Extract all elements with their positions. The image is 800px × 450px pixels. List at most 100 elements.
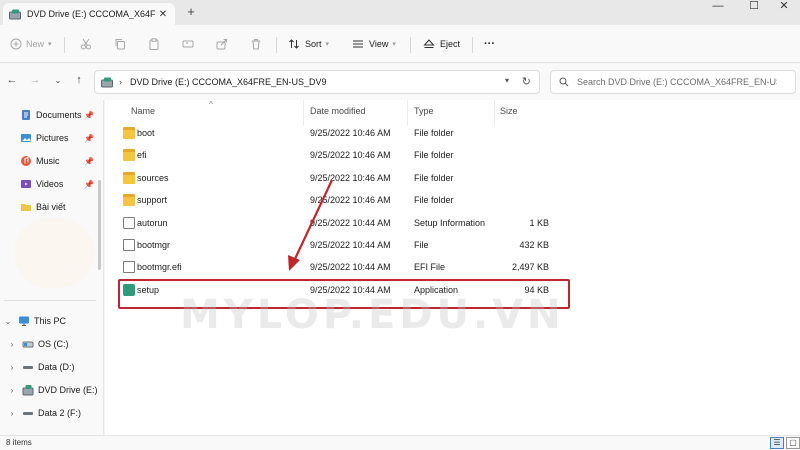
sidebar-scrollbar[interactable] bbox=[98, 180, 101, 270]
sidebar-item-label: Pictures bbox=[36, 133, 69, 143]
sidebar-item-label: Bài viết bbox=[36, 202, 66, 212]
sidebar-item-data-2-f[interactable]: › Data 2 (F:) bbox=[0, 404, 100, 422]
search-box[interactable] bbox=[550, 70, 796, 94]
file-type: File folder bbox=[414, 128, 454, 138]
eject-icon bbox=[423, 39, 435, 48]
dvd-drive-icon bbox=[9, 9, 21, 19]
eject-button[interactable]: Eject bbox=[423, 35, 460, 53]
rename-button[interactable] bbox=[182, 35, 194, 53]
new-tab-button[interactable]: + bbox=[184, 4, 198, 19]
address-bar[interactable]: › DVD Drive (E:) CCCOMA_X64FRE_EN-US_DV9… bbox=[94, 70, 540, 94]
copy-button[interactable] bbox=[114, 35, 126, 53]
breadcrumb-separator: › bbox=[119, 77, 122, 87]
file-name: support bbox=[137, 195, 168, 205]
new-button[interactable]: New ▾ bbox=[10, 35, 52, 53]
expand-chevron-icon[interactable]: › bbox=[8, 363, 16, 372]
expand-chevron-icon[interactable]: › bbox=[8, 386, 16, 395]
table-row[interactable]: bootmgr.efi 9/25/2022 10:44 AM EFI File … bbox=[119, 258, 569, 278]
column-header-date[interactable]: Date modified bbox=[310, 106, 366, 116]
sidebar-item-label: Data (D:) bbox=[38, 362, 75, 372]
paste-button[interactable] bbox=[148, 35, 160, 53]
file-size: 2,497 KB bbox=[511, 262, 549, 272]
title-bar: DVD Drive (E:) CCCOMA_X64F ✕ + — ☐ ✕ bbox=[0, 0, 800, 25]
status-bar: 8 items ☰ ▢ bbox=[0, 435, 800, 450]
back-arrow-icon[interactable]: ← bbox=[5, 74, 19, 86]
file-name: efi bbox=[137, 150, 147, 160]
file-name: bootmgr bbox=[137, 240, 171, 250]
search-input[interactable] bbox=[577, 77, 777, 87]
close-window-button[interactable]: ✕ bbox=[766, 0, 800, 14]
sidebar-item-documents[interactable]: Documents 📌 bbox=[0, 106, 100, 124]
expand-chevron-icon[interactable]: › bbox=[8, 409, 16, 418]
minimize-button[interactable]: — bbox=[700, 0, 736, 14]
drive-icon bbox=[23, 412, 33, 415]
documents-icon bbox=[22, 110, 30, 120]
file-name: boot bbox=[137, 128, 155, 138]
file-name: sources bbox=[137, 173, 169, 183]
share-button[interactable] bbox=[216, 35, 228, 53]
column-header-type[interactable]: Type bbox=[414, 106, 434, 116]
computer-icon bbox=[19, 316, 29, 326]
address-dropdown-icon[interactable]: ▾ bbox=[505, 76, 509, 85]
table-row[interactable]: boot 9/25/2022 10:46 AM File folder bbox=[119, 124, 569, 144]
drive-icon bbox=[23, 366, 33, 369]
breadcrumb-path[interactable]: DVD Drive (E:) CCCOMA_X64FRE_EN-US_DV9 bbox=[130, 77, 327, 87]
chevron-down-icon: ▾ bbox=[48, 41, 52, 48]
rename-icon bbox=[182, 40, 194, 48]
up-arrow-icon[interactable]: ↑ bbox=[72, 74, 86, 86]
file-name: bootmgr.efi bbox=[137, 262, 182, 272]
sidebar-item-data-d[interactable]: › Data (D:) bbox=[0, 358, 100, 376]
tab-dvd-drive[interactable]: DVD Drive (E:) CCCOMA_X64F ✕ bbox=[3, 3, 175, 25]
forward-arrow-icon[interactable]: → bbox=[28, 74, 42, 86]
table-row[interactable]: efi 9/25/2022 10:46 AM File folder bbox=[119, 146, 569, 166]
sidebar-item-dvd-e[interactable]: › DVD Drive (E:) bbox=[0, 381, 100, 399]
tab-title: DVD Drive (E:) CCCOMA_X64F bbox=[27, 9, 156, 19]
divider bbox=[276, 37, 277, 53]
folder-icon bbox=[123, 194, 135, 206]
folder-icon bbox=[123, 172, 135, 184]
more-options-button[interactable]: ··· bbox=[484, 35, 495, 53]
table-row[interactable]: autorun 9/25/2022 10:44 AM Setup Informa… bbox=[119, 214, 569, 234]
sidebar-item-label: OS (C:) bbox=[38, 339, 69, 349]
pin-icon: 📌 bbox=[84, 179, 94, 189]
column-divider[interactable] bbox=[407, 100, 408, 126]
sidebar-item-videos[interactable]: Videos 📌 bbox=[0, 175, 100, 193]
table-row[interactable]: sources 9/25/2022 10:46 AM File folder bbox=[119, 169, 569, 189]
cut-button[interactable] bbox=[80, 35, 92, 53]
file-type: File folder bbox=[414, 195, 454, 205]
column-divider[interactable] bbox=[303, 100, 304, 126]
table-row[interactable]: bootmgr 9/25/2022 10:44 AM File 432 KB bbox=[119, 236, 569, 256]
sidebar-item-this-pc[interactable]: ⌄ This PC bbox=[0, 312, 100, 330]
sidebar-item-music[interactable]: Music 📌 bbox=[0, 152, 100, 170]
trash-icon bbox=[252, 39, 260, 50]
close-tab-icon[interactable]: ✕ bbox=[157, 9, 169, 20]
file-type: Setup Information bbox=[414, 218, 486, 228]
view-button[interactable]: View ▾ bbox=[352, 35, 396, 53]
expand-chevron-icon[interactable]: ⌄ bbox=[4, 317, 12, 326]
folder-icon bbox=[123, 149, 135, 161]
videos-icon bbox=[21, 180, 31, 188]
expand-chevron-icon[interactable]: › bbox=[8, 340, 16, 349]
folder-icon bbox=[21, 204, 31, 211]
sort-button[interactable]: Sort ▾ bbox=[288, 35, 329, 53]
blurred-area bbox=[14, 218, 94, 288]
sidebar-item-os-c[interactable]: › OS (C:) bbox=[0, 335, 100, 353]
chevron-down-icon: ▾ bbox=[392, 41, 396, 48]
sidebar-item-label: DVD Drive (E:) bbox=[38, 385, 98, 395]
refresh-icon[interactable]: ↻ bbox=[522, 75, 531, 88]
column-divider[interactable] bbox=[494, 100, 495, 126]
column-header-name[interactable]: Name bbox=[131, 106, 155, 116]
file-date: 9/25/2022 10:46 AM bbox=[310, 150, 391, 160]
sidebar-item-label: This PC bbox=[34, 316, 67, 326]
table-row[interactable]: support 9/25/2022 10:46 AM File folder bbox=[119, 191, 569, 211]
file-icon bbox=[123, 261, 135, 273]
plus-circle-icon bbox=[10, 38, 22, 50]
column-header-size[interactable]: Size bbox=[500, 106, 518, 116]
new-button-label: New bbox=[26, 39, 45, 49]
tiles-view-icon[interactable]: ▢ bbox=[786, 437, 800, 449]
sidebar-item-bai-viet[interactable]: Bài viết bbox=[0, 198, 100, 216]
delete-button[interactable] bbox=[250, 35, 262, 53]
recent-chevron-icon[interactable]: ⌄ bbox=[51, 76, 65, 85]
details-view-icon[interactable]: ☰ bbox=[770, 437, 784, 449]
sidebar-item-pictures[interactable]: Pictures 📌 bbox=[0, 129, 100, 147]
